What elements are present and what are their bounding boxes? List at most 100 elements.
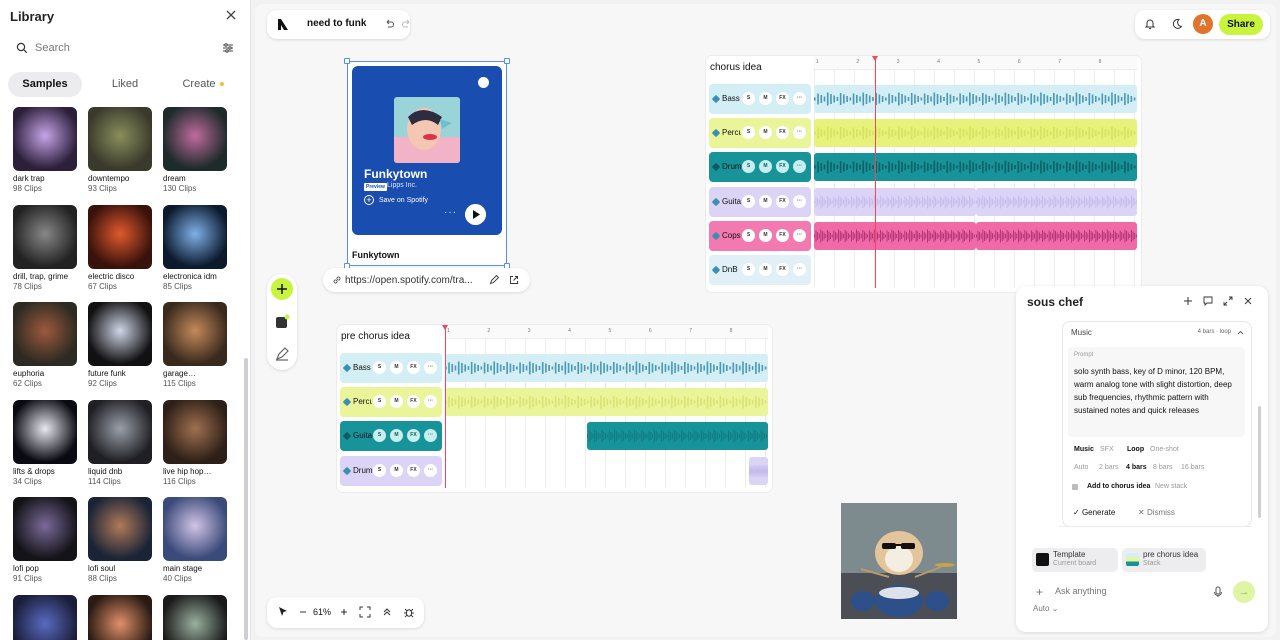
avatar[interactable]: A — [1193, 14, 1213, 34]
prechorus-stack[interactable]: pre chorus idea 1 2 3 4 5 6 7 8 Bass S M FX ··· Percu… — [337, 325, 772, 492]
sample-pack-tile[interactable]: drill, trap, grime 78 Clips — [13, 204, 78, 291]
generate-button[interactable]: ✓ Generate — [1073, 508, 1115, 517]
fx-button[interactable]: FX — [776, 194, 789, 208]
track-drag-icon[interactable] — [711, 265, 721, 275]
send-button[interactable]: → — [1233, 581, 1255, 603]
sample-pack-tile[interactable]: live hip hop… 116 Clips — [163, 399, 228, 486]
moon-icon[interactable] — [1171, 18, 1183, 30]
fx-button[interactable]: FX — [407, 395, 420, 409]
option-music[interactable]: Music — [1074, 446, 1094, 453]
track-header[interactable]: DrumsSM FX ··· — [340, 455, 442, 486]
add-icon[interactable] — [271, 278, 293, 300]
solo-button[interactable]: S — [373, 429, 386, 443]
chorus-stack[interactable]: chorus idea 12345678BassSMFX···Percussio… — [706, 56, 1141, 292]
fx-button[interactable]: FX — [776, 263, 789, 276]
sample-pack-tile[interactable]: lifts & drops 34 Clips — [13, 399, 78, 486]
more-options-icon[interactable]: ··· — [793, 160, 806, 174]
solo-button[interactable]: S — [373, 361, 386, 374]
sample-pack-tile[interactable]: liquid dnb 114 Clips — [88, 399, 153, 486]
track-drag-icon[interactable] — [342, 432, 352, 441]
solo-button[interactable]: S — [742, 126, 755, 140]
microphone-icon[interactable] — [1213, 586, 1223, 598]
audio-region[interactable] — [445, 388, 768, 417]
url-text[interactable]: https://open.spotify.com/tra... — [345, 275, 473, 286]
more-options-icon[interactable]: ··· — [793, 263, 806, 276]
track-drag-icon[interactable] — [711, 163, 721, 172]
track-header[interactable]: Bass S M FX ··· — [340, 353, 442, 383]
track-drag-icon[interactable] — [711, 231, 721, 241]
option-4-bars[interactable]: 4 bars — [1126, 464, 1147, 471]
timeline-ruler[interactable]: 12345678 — [445, 325, 768, 339]
tab-liked[interactable]: Liked — [88, 72, 162, 97]
close-icon[interactable] — [224, 8, 238, 22]
project-title[interactable]: need to funk — [307, 18, 366, 29]
option-16-bars[interactable]: 16 bars — [1181, 464, 1204, 471]
sample-pack-tile[interactable] — [13, 594, 78, 640]
more-options-icon[interactable]: ··· — [424, 395, 437, 409]
fx-button[interactable]: FX — [407, 463, 420, 477]
audio-region[interactable] — [748, 456, 768, 485]
scrollbar-thumb[interactable] — [244, 358, 248, 640]
resize-handle[interactable] — [344, 58, 350, 64]
play-button[interactable] — [465, 204, 486, 225]
fx-button[interactable]: FX — [776, 160, 789, 174]
playhead[interactable] — [442, 325, 448, 488]
option-one-shot[interactable]: One-shot — [1150, 446, 1179, 453]
save-on-spotify-button[interactable]: + Save on Spotify — [364, 195, 428, 205]
panel-scrollbar[interactable] — [1258, 406, 1261, 518]
collapse-up-icon[interactable] — [381, 606, 393, 618]
more-options-icon[interactable]: ··· — [793, 194, 806, 208]
sample-pack-tile[interactable]: main stage 40 Clips — [163, 497, 228, 583]
more-options-icon[interactable]: ··· — [424, 463, 437, 477]
solo-button[interactable]: S — [742, 263, 755, 276]
solo-button[interactable]: S — [742, 160, 755, 174]
mute-button[interactable]: M — [759, 263, 772, 276]
attachment-prechorus[interactable]: pre chorus idea Stack — [1122, 548, 1206, 572]
audio-region[interactable] — [445, 354, 768, 382]
prompt-box[interactable]: Prompt solo synth bass, key of D minor, … — [1068, 347, 1245, 437]
sample-pack-tile[interactable]: electronica idm 85 Clips — [163, 204, 228, 291]
track-drag-icon[interactable] — [711, 128, 721, 138]
sample-pack-tile[interactable]: downtempo 93 Clips — [88, 107, 153, 193]
spotify-embed-card[interactable]: Funkytown Preview Lipps Inc. + Save on Sp… — [344, 58, 510, 269]
share-button[interactable]: Share — [1219, 14, 1263, 35]
filter-icon[interactable] — [222, 42, 234, 54]
more-options-icon[interactable]: ··· — [444, 207, 457, 218]
bell-icon[interactable] — [1144, 18, 1156, 30]
more-options-icon[interactable]: ··· — [793, 92, 806, 105]
fx-button[interactable]: FX — [407, 429, 420, 443]
undo-icon[interactable] — [384, 19, 394, 29]
audio-region[interactable] — [587, 422, 768, 451]
add-to-stack-button[interactable]: Add to chorus idea — [1087, 483, 1150, 490]
audio-region[interactable] — [814, 153, 1137, 182]
chevron-up-icon[interactable] — [1237, 330, 1244, 335]
close-icon[interactable] — [1243, 296, 1253, 306]
sticker-icon[interactable] — [271, 311, 293, 333]
sample-pack-tile[interactable]: euphoria 62 Clips — [13, 302, 78, 388]
tab-create[interactable]: Create — [166, 72, 240, 97]
track-drag-icon[interactable] — [711, 197, 721, 206]
more-options-icon[interactable]: ··· — [793, 228, 806, 242]
search-input[interactable]: Search — [12, 38, 238, 58]
audio-region[interactable] — [975, 187, 1137, 216]
mode-select[interactable]: Auto ⌄ — [1033, 604, 1058, 613]
zoom-out-icon[interactable] — [297, 606, 309, 618]
audio-region[interactable] — [814, 221, 976, 250]
sample-pack-tile[interactable] — [163, 594, 228, 640]
resize-handle[interactable] — [504, 58, 510, 64]
option-loop[interactable]: Loop — [1127, 446, 1144, 453]
mute-button[interactable]: M — [759, 126, 772, 140]
option-sfx[interactable]: SFX — [1100, 446, 1114, 453]
audio-region[interactable] — [975, 221, 1137, 250]
attachment-template[interactable]: Template Current board — [1032, 548, 1118, 572]
sample-pack-tile[interactable]: dark trap 98 Clips — [13, 107, 78, 193]
fx-button[interactable]: FX — [776, 228, 789, 242]
hamster-drummer-image[interactable] — [841, 503, 957, 619]
audio-region[interactable] — [814, 119, 1137, 148]
playhead[interactable] — [872, 56, 879, 288]
tab-samples[interactable]: Samples — [8, 72, 82, 97]
attach-plus-icon[interactable]: + — [1036, 585, 1043, 599]
pen-icon[interactable] — [271, 343, 293, 365]
sample-pack-tile[interactable]: lofi soul 88 Clips — [88, 497, 153, 583]
new-chat-icon[interactable] — [1183, 296, 1193, 306]
